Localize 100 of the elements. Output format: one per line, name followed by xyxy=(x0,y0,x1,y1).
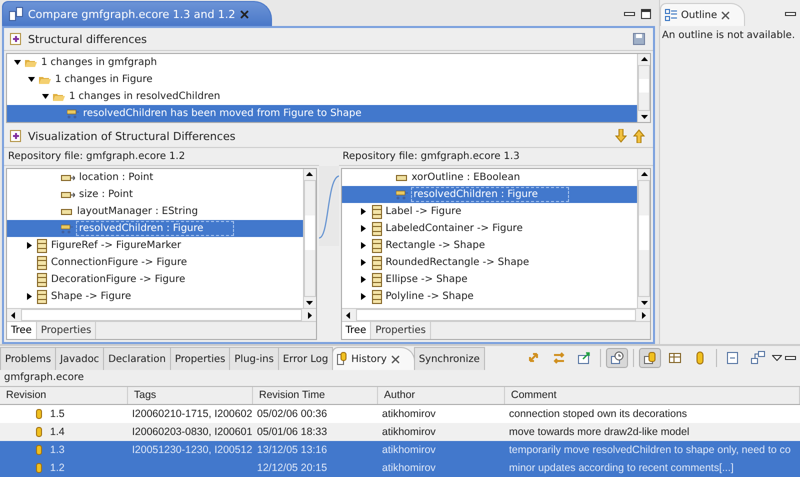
down-arrow-icon[interactable] xyxy=(615,129,627,143)
editor-tab[interactable]: Compare gmfgraph.ecore 1.3 and 1.2 xyxy=(2,1,272,26)
table-cell: 12/12/05 20:15 xyxy=(257,462,328,474)
horizontal-scrollbar[interactable] xyxy=(7,308,316,321)
collapse-arrow-icon[interactable] xyxy=(28,76,34,83)
toolbar-button[interactable] xyxy=(639,348,661,368)
collapse-arrow-icon[interactable] xyxy=(42,93,48,100)
view-tab[interactable]: Error Log xyxy=(278,347,334,370)
minimize-icon[interactable] xyxy=(624,12,635,16)
table-row[interactable]: 1.2 12/12/05 20:15 atikhomirov minor updates according to recent comments[...] xyxy=(0,459,800,477)
scroll-down-icon[interactable] xyxy=(306,301,313,305)
minimize-icon[interactable] xyxy=(785,12,796,16)
tree-item[interactable]: ConnectionFigure -> Figure xyxy=(7,254,302,271)
tree-item[interactable]: size : Point xyxy=(7,186,302,203)
tree-item[interactable]: resolvedChildren : Figure xyxy=(342,186,637,203)
column-header[interactable]: Revision Time xyxy=(253,387,378,404)
table-row[interactable]: 1.5 I20060210-1715, I200602 05/02/06 00:36 atikhomirov connection stoped own its decorations xyxy=(0,405,800,423)
scroll-up-icon[interactable] xyxy=(306,172,313,176)
minimize-icon[interactable] xyxy=(785,356,796,360)
tree-item[interactable]: 1 changes in gmfgraph xyxy=(7,54,637,71)
collapse-arrow-icon[interactable] xyxy=(14,59,20,66)
table-cell: 1.3 xyxy=(50,444,65,456)
class-icon xyxy=(37,238,47,252)
vertical-scrollbar[interactable] xyxy=(637,54,650,122)
scroll-left-icon[interactable] xyxy=(11,312,15,318)
column-header[interactable]: Revision xyxy=(0,387,128,404)
toolbar-button[interactable] xyxy=(606,348,628,368)
tree-item[interactable]: RoundedRectangle -> Shape xyxy=(342,254,637,271)
tree-item[interactable]: Polyline -> Shape xyxy=(342,288,637,305)
table-cell: atikhomirov xyxy=(382,462,436,474)
expand-arrow-icon[interactable] xyxy=(360,259,367,266)
expand-arrow-icon[interactable] xyxy=(26,242,32,249)
tree-item[interactable]: 1 changes in Figure xyxy=(7,71,637,88)
tree-item[interactable]: 1 changes in resolvedChildren xyxy=(7,88,637,105)
maximize-icon[interactable] xyxy=(641,9,651,19)
tree-item[interactable]: resolvedChildren : Figure xyxy=(7,220,302,237)
link-editor-icon xyxy=(751,351,765,365)
view-tab[interactable]: Tree xyxy=(7,322,37,339)
column-header[interactable]: Tags xyxy=(128,387,253,404)
view-tab[interactable]: Tree xyxy=(342,322,372,339)
tree-item[interactable]: LabeledContainer -> Figure xyxy=(342,220,637,237)
view-tab[interactable]: Declaration xyxy=(103,347,171,370)
expand-arrow-icon[interactable] xyxy=(360,293,367,300)
compare-editor-icon xyxy=(9,7,23,21)
export-icon xyxy=(577,351,591,365)
scroll-down-icon[interactable] xyxy=(640,301,648,305)
expand-arrow-icon[interactable] xyxy=(26,293,32,300)
tree-item[interactable]: Rectangle -> Shape xyxy=(342,237,637,254)
scroll-up-icon[interactable] xyxy=(640,57,648,61)
expand-arrow-icon[interactable] xyxy=(360,276,367,283)
close-icon[interactable] xyxy=(390,354,400,364)
scroll-down-icon[interactable] xyxy=(640,115,648,119)
table-cell: 05/01/06 18:33 xyxy=(257,426,328,438)
attribute-icon xyxy=(396,174,408,182)
tree-item[interactable]: layoutManager : EString xyxy=(7,203,302,220)
table-cell: atikhomirov xyxy=(382,426,436,438)
close-icon[interactable] xyxy=(240,10,250,18)
view-tab[interactable]: History xyxy=(332,347,415,370)
expand-arrow-icon[interactable] xyxy=(360,208,367,215)
table-row[interactable]: 1.3 I20051230-1230, I200512 13/12/05 13:16 atikhomirov temporarily move resolvedChildren to shape only, need to co xyxy=(0,441,800,459)
tree-item[interactable]: Shape -> Figure xyxy=(7,288,302,305)
view-tab[interactable]: Plug-ins xyxy=(229,347,279,370)
table-row[interactable]: 1.4 I20060203-0830, I200601 05/01/06 18:33 atikhomirov move towards more draw2d-like model xyxy=(0,423,800,441)
horizontal-scrollbar[interactable] xyxy=(342,308,650,321)
tree-item[interactable]: Ellipse -> Shape xyxy=(342,271,637,288)
expand-arrow-icon[interactable] xyxy=(360,225,367,232)
scroll-up-icon[interactable] xyxy=(640,172,648,176)
scroll-left-icon[interactable] xyxy=(346,312,350,318)
tree-item[interactable]: resolvedChildren has been moved from Figure to Shape xyxy=(7,105,637,122)
view-tab[interactable]: Properties xyxy=(371,322,431,339)
repository-label: Repository file: gmfgraph.ecore 1.2 xyxy=(4,148,318,166)
close-icon[interactable] xyxy=(721,10,730,20)
save-icon[interactable] xyxy=(633,33,645,45)
attribute-icon xyxy=(61,208,73,216)
tree-item[interactable]: xorOutline : EBoolean xyxy=(342,169,637,186)
class-icon xyxy=(37,256,47,270)
repository-label: Repository file: gmfgraph.ecore 1.3 xyxy=(338,148,653,166)
tree-item[interactable]: FigureRef -> FigureMarker xyxy=(7,237,302,254)
scroll-right-icon[interactable] xyxy=(308,312,312,318)
tree-item[interactable]: Label -> Figure xyxy=(342,203,637,220)
column-header[interactable]: Author xyxy=(378,387,505,404)
up-arrow-icon[interactable] xyxy=(633,129,645,143)
tree-item[interactable]: location : Point xyxy=(7,169,302,186)
view-tab[interactable]: Problems xyxy=(0,347,56,370)
column-header[interactable]: Comment xyxy=(505,387,800,404)
view-tab[interactable]: Synchronize xyxy=(414,347,485,370)
compare-icon xyxy=(10,33,22,45)
view-menu-icon[interactable] xyxy=(772,355,782,361)
vertical-scrollbar[interactable] xyxy=(302,169,316,308)
clock-icon xyxy=(610,351,624,365)
table-cell: 13/12/05 13:16 xyxy=(257,444,328,456)
expand-arrow-icon[interactable] xyxy=(360,242,367,249)
scroll-right-icon[interactable] xyxy=(642,312,646,318)
vertical-scrollbar[interactable] xyxy=(637,169,650,308)
tree-item[interactable]: DecorationFigure -> Figure xyxy=(7,271,302,288)
table-cell: move towards more draw2d-like model xyxy=(509,426,690,438)
view-tab[interactable]: Properties xyxy=(170,347,230,370)
view-tab[interactable]: Properties xyxy=(36,322,96,339)
outline-tab[interactable]: Outline xyxy=(660,3,746,26)
view-tab[interactable]: Javadoc xyxy=(55,347,104,370)
